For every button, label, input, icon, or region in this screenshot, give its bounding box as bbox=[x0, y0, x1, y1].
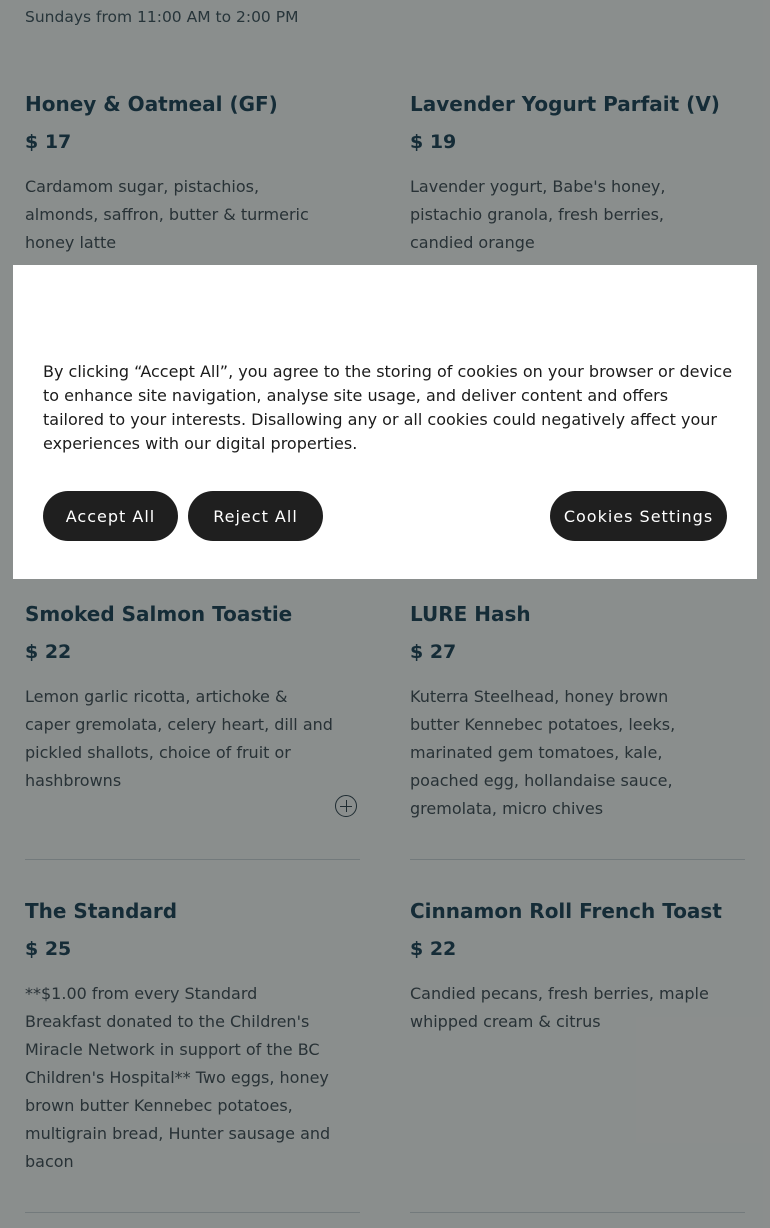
cookie-consent-text: By clicking “Accept All”, you agree to t… bbox=[43, 362, 733, 453]
cookies-settings-button[interactable]: Cookies Settings bbox=[550, 491, 727, 541]
reject-all-button[interactable]: Reject All bbox=[188, 491, 323, 541]
accept-all-button[interactable]: Accept All bbox=[43, 491, 178, 541]
modal-overlay bbox=[0, 0, 770, 1228]
cookie-consent-dialog: By clicking “Accept All”, you agree to t… bbox=[13, 265, 757, 579]
